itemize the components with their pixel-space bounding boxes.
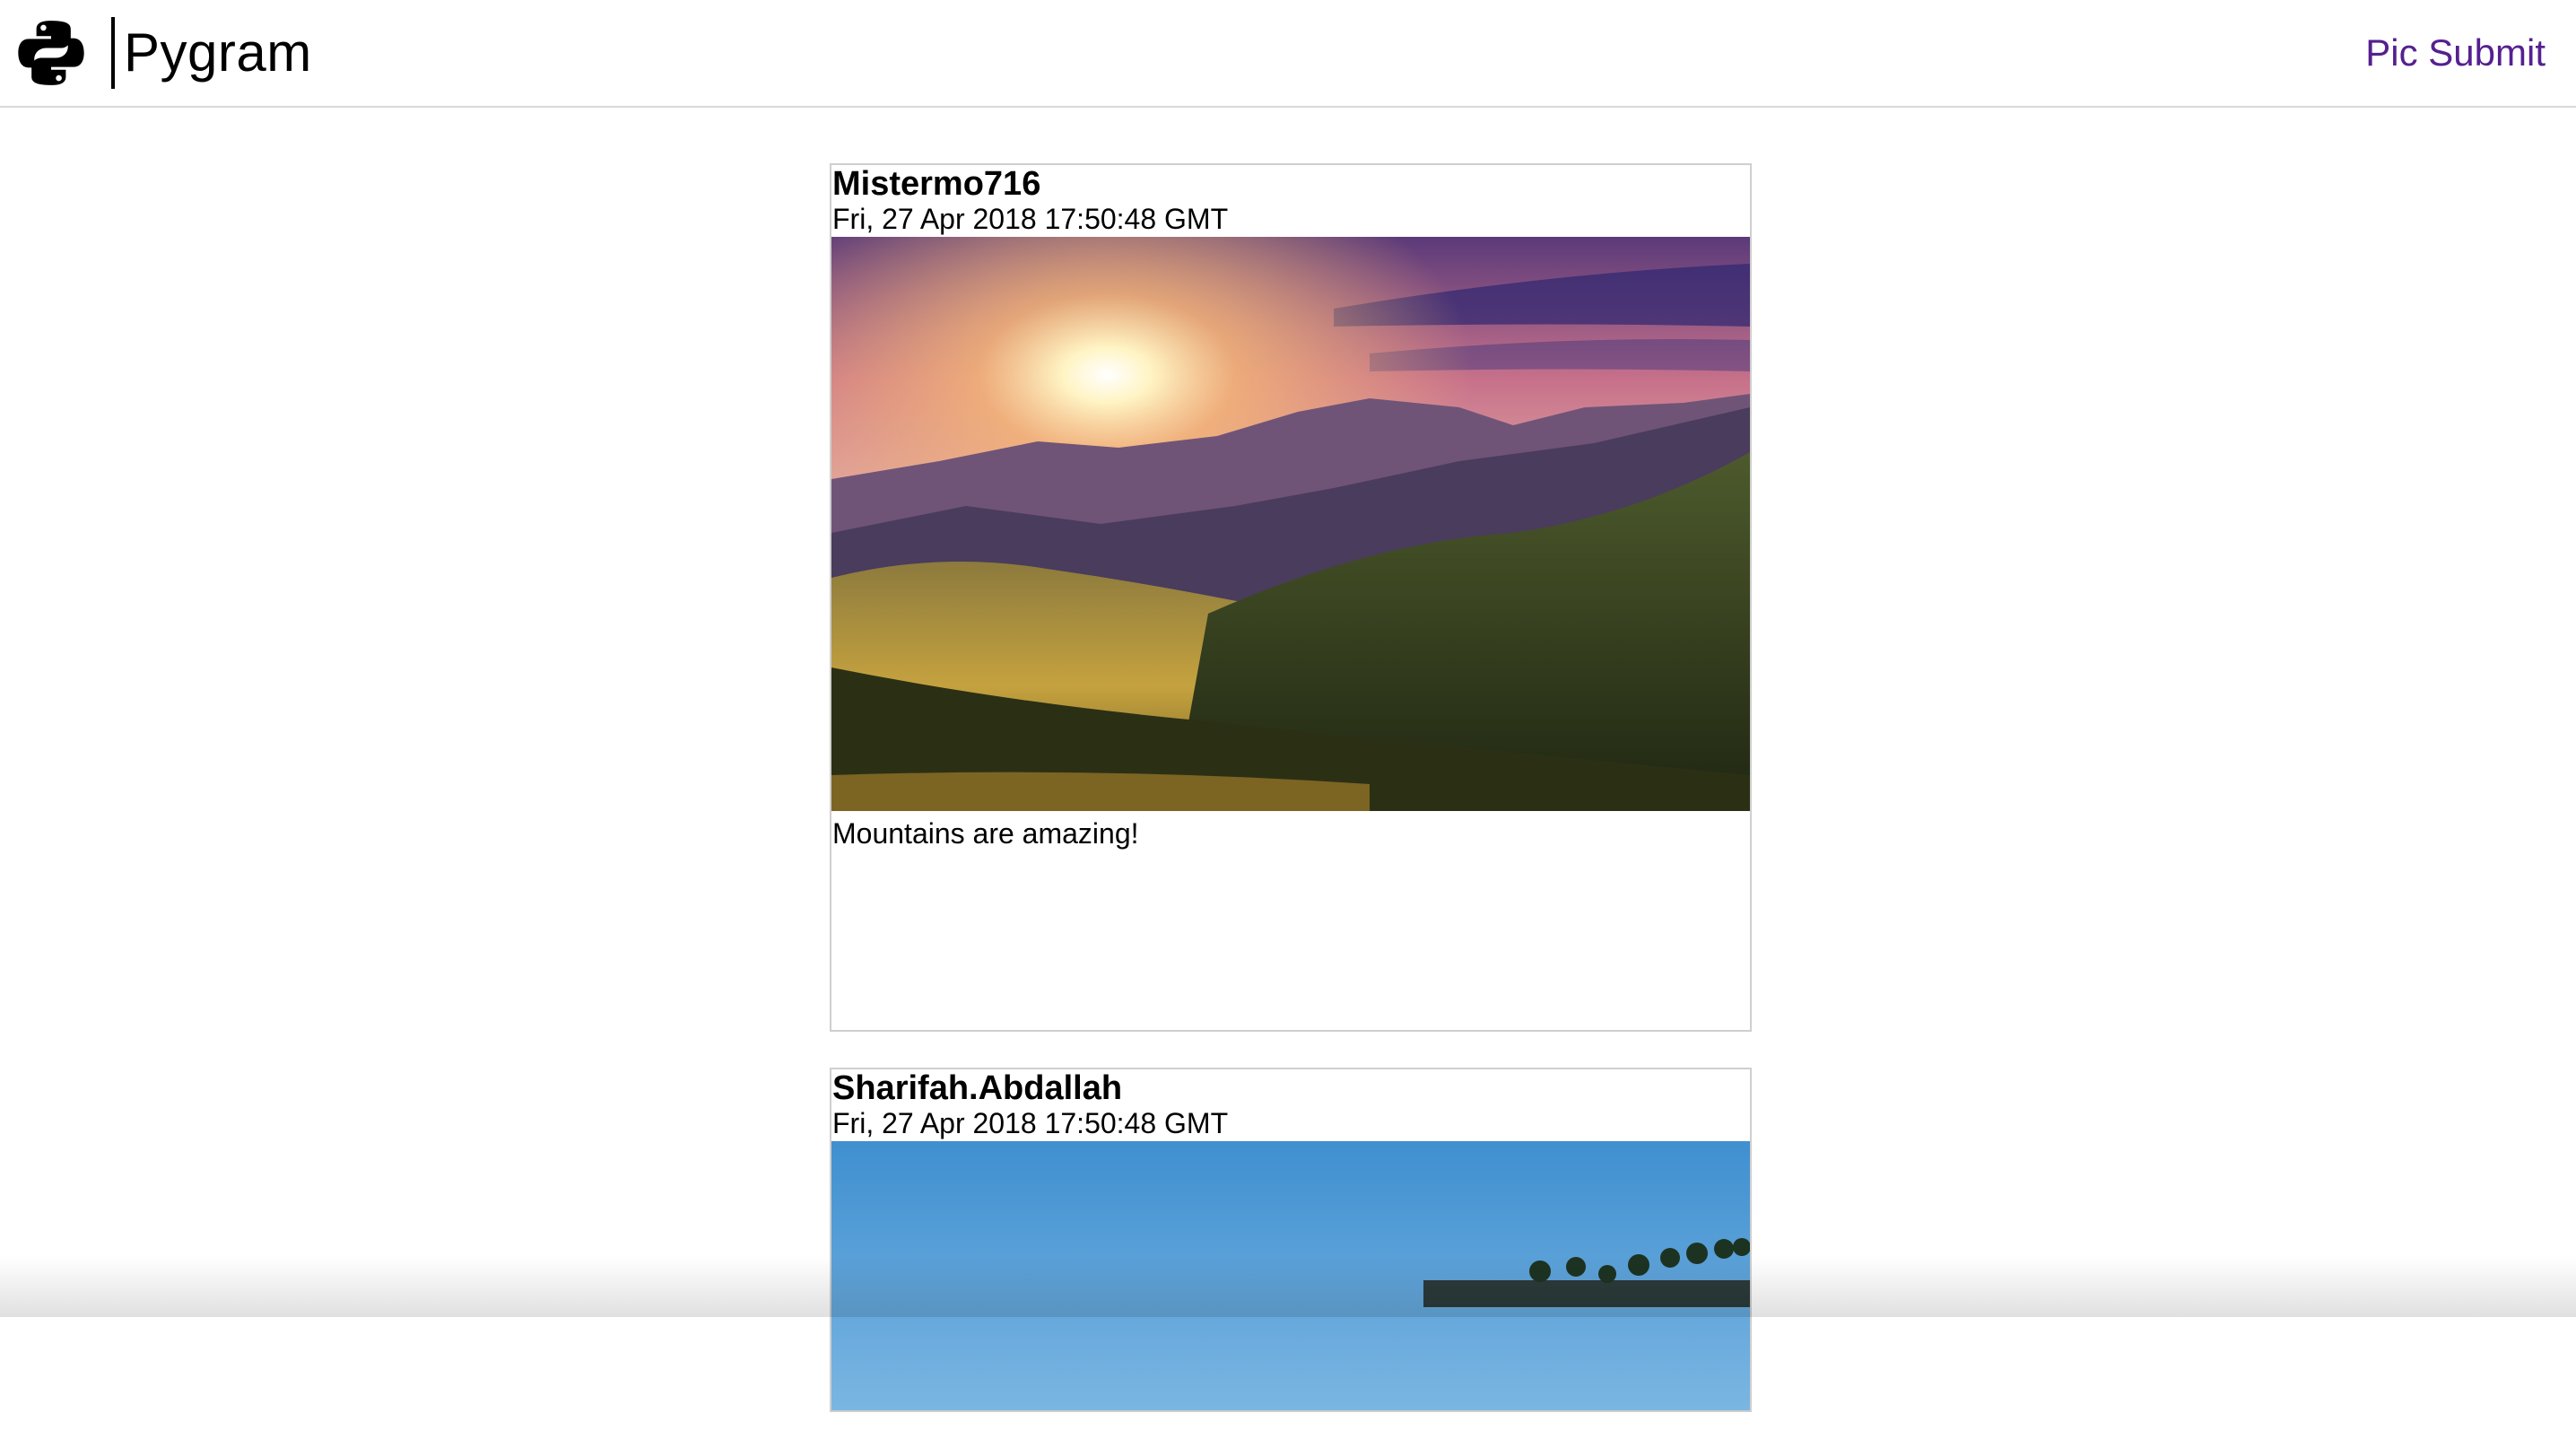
mountain-sunrise-photo <box>831 237 1750 811</box>
post-feed: Mistermo716 Fri, 27 Apr 2018 17:50:48 GM… <box>830 163 1752 1448</box>
post-card: Mistermo716 Fri, 27 Apr 2018 17:50:48 GM… <box>830 163 1752 1032</box>
brand-home-link[interactable]: Pygram <box>16 16 312 90</box>
post-username[interactable]: Mistermo716 <box>831 165 1750 203</box>
post-date: Fri, 27 Apr 2018 17:50:48 GMT <box>832 1107 1229 1139</box>
blue-sky-palm-trees-photo <box>831 1141 1750 1410</box>
post-card: Sharifah.Abdallah Fri, 27 Apr 2018 17:50… <box>830 1068 1752 1412</box>
brand-name: Pygram <box>124 22 312 83</box>
python-logo-icon <box>18 21 84 85</box>
post-caption: Mountains are amazing! <box>832 817 1139 850</box>
top-navbar: Pygram Pic Submit <box>0 0 2576 108</box>
post-date: Fri, 27 Apr 2018 17:50:48 GMT <box>832 203 1229 235</box>
brand-divider <box>111 17 115 89</box>
pic-submit-link[interactable]: Pic Submit <box>2365 34 2546 72</box>
post-username[interactable]: Sharifah.Abdallah <box>831 1069 1750 1107</box>
